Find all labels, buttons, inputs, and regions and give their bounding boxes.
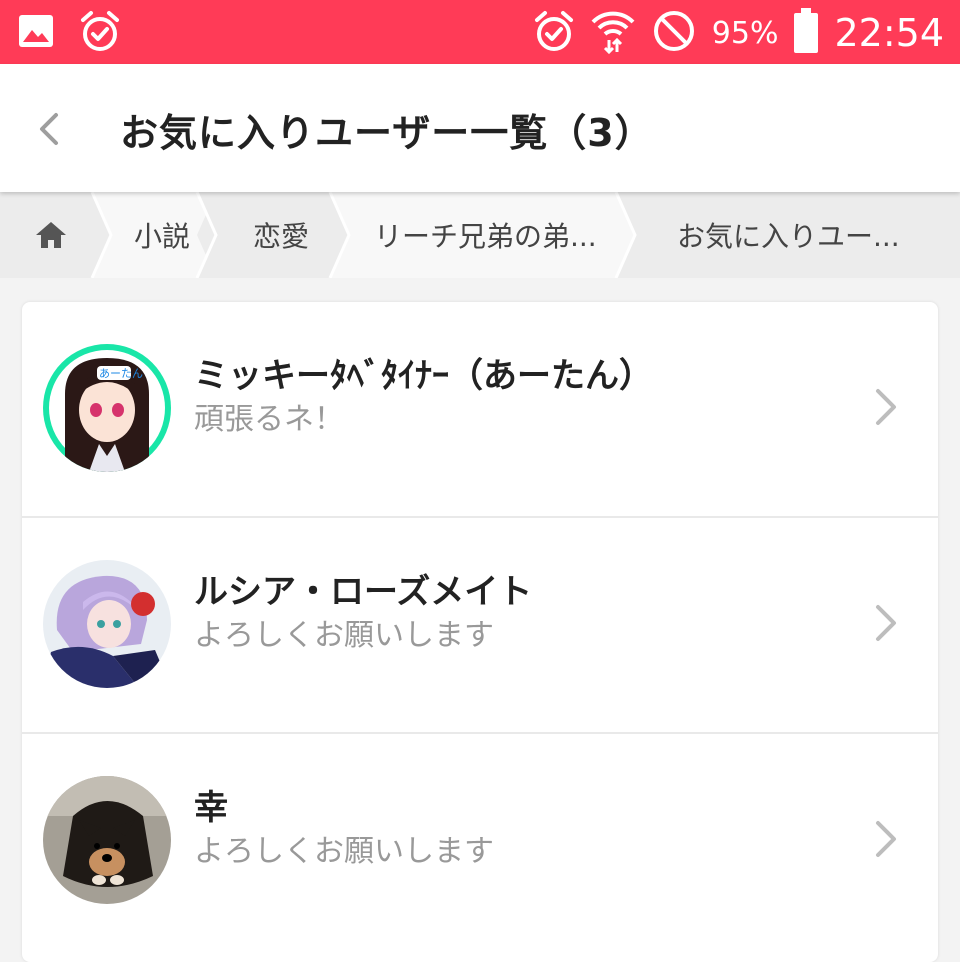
breadcrumb-item-novel[interactable]: 小説 [134, 192, 190, 278]
image-icon [18, 14, 54, 52]
list-item[interactable]: あーたん ミッキーﾀﾍﾞﾀｲﾅｰ（あーたん） 頑張るネ！ [22, 302, 938, 516]
chevron-right-icon [876, 605, 896, 641]
user-name: 幸 [194, 788, 228, 828]
breadcrumb-item-romance[interactable]: 恋愛 [253, 192, 309, 278]
chevron-right-icon [876, 389, 896, 425]
avatar [43, 776, 171, 904]
user-comment: 頑張るネ！ [194, 402, 344, 437]
list-item[interactable]: ルシア・ローズメイト よろしくお願いします [22, 518, 938, 732]
chevron-left-icon [40, 113, 58, 145]
home-icon [36, 222, 66, 248]
avatar: あーたん [43, 344, 171, 472]
battery-percent: 95% [711, 15, 779, 51]
clock: 22:54 [834, 11, 944, 55]
list-item[interactable]: 幸 よろしくお願いします [22, 734, 938, 948]
battery-icon [794, 8, 819, 53]
favorite-users-list: あーたん ミッキーﾀﾍﾞﾀｲﾅｰ（あーたん） 頑張るネ！ ルシア・ローズメイト [22, 302, 938, 962]
chevron-right-icon [876, 821, 896, 857]
alarm-icon [80, 10, 120, 56]
page-title: お気に入りユーザー一覧（3） [120, 111, 654, 155]
breadcrumb: 小説 恋愛 リーチ兄弟の弟... お気に入りユー... [0, 192, 960, 278]
do-not-disturb-icon [652, 9, 696, 57]
user-name: ミッキーﾀﾍﾞﾀｲﾅｰ（あーたん） [194, 356, 653, 396]
wifi-icon [590, 8, 636, 58]
breadcrumb-item-work[interactable]: リーチ兄弟の弟... [374, 192, 597, 278]
alarm-icon [534, 10, 574, 56]
user-comment: よろしくお願いします [194, 834, 494, 869]
breadcrumb-item-current: お気に入りユー... [677, 220, 900, 253]
user-name: ルシア・ローズメイト [194, 572, 533, 612]
svg-text:あーたん: あーたん [99, 367, 143, 380]
breadcrumb-home[interactable] [34, 192, 68, 278]
status-bar: 95% 22:54 [0, 0, 960, 64]
back-button[interactable] [28, 104, 68, 154]
app-header: お気に入りユーザー一覧（3） [0, 64, 960, 192]
user-comment: よろしくお願いします [194, 618, 494, 653]
avatar [43, 560, 171, 688]
